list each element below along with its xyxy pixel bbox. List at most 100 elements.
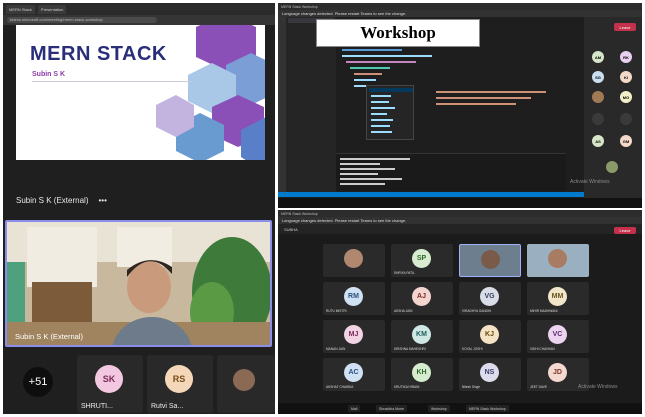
explorer-item[interactable] [288, 60, 334, 65]
participant-tile[interactable]: RM RUTU MISTRI [323, 282, 385, 315]
participant-photo-avatar [481, 250, 500, 269]
participant-name: KRUTIKA HIRANI [394, 385, 420, 389]
explorer-item[interactable] [288, 96, 334, 101]
participant-tile[interactable] [217, 355, 275, 413]
taskbar-item[interactable]: Workshop [428, 405, 450, 412]
participant-tile[interactable]: KM KRISHNA MAHESHRI [391, 320, 453, 353]
participant-photo-avatar [233, 369, 255, 391]
participant-tile[interactable]: MJ MANAN JAIN [323, 320, 385, 353]
leave-button[interactable]: Leave [614, 23, 636, 31]
taskbar-item[interactable]: Shraddha Mune [376, 405, 407, 412]
terminal-line [340, 158, 410, 160]
participant-tile[interactable]: KH KRUTIKA HIRANI [391, 358, 453, 391]
participant-avatar[interactable]: MG [620, 91, 632, 103]
notice-text: Language changes detected. Please restar… [282, 11, 407, 16]
participant-name: VIRADHYA GANDHI [462, 309, 492, 313]
participant-name: JEET DAVE [530, 385, 548, 389]
terminal-line [340, 183, 385, 185]
notice-banner: Language changes detected. Please restar… [278, 10, 642, 17]
presenter-name: Subin S K (External) [16, 196, 89, 205]
more-options-button[interactable]: ••• [98, 196, 106, 205]
participants-side-panel: AM RK SG KI MG AS GM [584, 17, 642, 198]
participant-tile[interactable]: VC VIDHI CHAVHAN [527, 320, 589, 353]
presenter-video[interactable]: Subin S K (External) [5, 220, 272, 347]
autocomplete-row [369, 88, 413, 92]
autocomplete-row [371, 131, 392, 133]
participant-name: AKSHA JAIN [394, 309, 413, 313]
participant-tile[interactable]: NS Nitesh Singh [459, 358, 521, 391]
code-line [346, 61, 416, 63]
participant-avatar[interactable]: SG [592, 71, 604, 83]
terminal-line [340, 163, 380, 165]
participant-photo-avatar[interactable] [606, 161, 618, 173]
url-input[interactable]: teams.microsoft.com/meeting/merm-stack-w… [7, 17, 157, 23]
more-participants-button[interactable]: +51 [23, 367, 53, 397]
participant-avatar: NS [480, 363, 499, 382]
browser-tab[interactable]: MERN Stack [6, 4, 35, 14]
participant-avatar: KJ [480, 325, 499, 344]
participant-name: Nitesh Singh [462, 385, 481, 389]
browser-tab-bar: MERN Stack Presentation [3, 3, 275, 15]
code-line [436, 91, 546, 93]
participant-tile[interactable]: SK SHRUTI... [77, 355, 143, 413]
explorer-item[interactable] [288, 54, 334, 59]
window-titlebar: MERN Stack Workshop [278, 3, 642, 10]
participant-tile[interactable]: VG VIRADHYA GANDHI [459, 282, 521, 315]
participant-avatar: SP [412, 249, 431, 268]
participant-tile[interactable]: SP SHRIYA PATIL [391, 244, 453, 277]
slide-subtitle: Subin S K [32, 71, 66, 78]
participant-name: AKSHAT CHAWDA [326, 385, 354, 389]
leave-button[interactable]: Leave [614, 227, 636, 234]
participant-avatar[interactable] [592, 113, 604, 125]
participant-avatar[interactable]: AS [592, 135, 604, 147]
explorer-item[interactable] [288, 90, 334, 95]
participant-photo-avatar [344, 249, 363, 268]
participant-tile[interactable]: KJ KOYAL JOSHI [459, 320, 521, 353]
participant-avatar[interactable]: KI [620, 71, 632, 83]
explorer-item[interactable] [288, 78, 334, 83]
participant-tile[interactable]: AC AKSHAT CHAWDA [323, 358, 385, 391]
participant-photo-avatar [548, 249, 567, 268]
toolbar-label: SUBHA [284, 226, 298, 232]
explorer-item[interactable] [288, 102, 334, 107]
taskbar-item[interactable]: MERN Stack Workshop [466, 405, 509, 412]
participant-photo-avatar[interactable] [592, 91, 604, 103]
autocomplete-row [371, 107, 395, 109]
terminal-line [340, 173, 378, 175]
participant-tile[interactable]: RS Rutvi Sa... [147, 355, 213, 413]
explorer-item[interactable] [288, 72, 334, 77]
explorer-item[interactable] [288, 108, 334, 113]
participant-name: RUTU MISTRI [326, 309, 347, 313]
code-line [436, 103, 516, 105]
participant-avatar: RS [165, 365, 193, 393]
notice-text: Language changes detected. Please restar… [282, 218, 407, 223]
participant-tile[interactable]: AJ AKSHA JAIN [391, 282, 453, 315]
participant-avatar[interactable]: GM [620, 135, 632, 147]
autocomplete-row [371, 95, 391, 97]
participant-avatar: RM [344, 287, 363, 306]
autocomplete-row [371, 125, 390, 127]
explorer-item[interactable] [288, 66, 334, 71]
autocomplete-popup[interactable] [366, 85, 414, 140]
windows-taskbar [278, 198, 642, 208]
browser-tab[interactable]: Presentation [37, 4, 67, 14]
participant-video-tile[interactable] [459, 244, 521, 277]
participant-name: VIDHI CHAVHAN [530, 347, 555, 351]
participant-avatar[interactable]: RK [620, 51, 632, 63]
taskbar-item[interactable]: Mail [348, 405, 361, 412]
autocomplete-row [371, 113, 387, 115]
explorer-item[interactable] [288, 48, 334, 53]
participant-tile[interactable] [323, 244, 385, 277]
participant-avatar[interactable] [620, 113, 632, 125]
code-share-window: MERN Stack Workshop Language changes det… [278, 3, 642, 208]
explorer-item[interactable] [288, 84, 334, 89]
participant-video-tile[interactable] [527, 244, 589, 277]
participant-tile[interactable]: MM MIHIR MADHWANI [527, 282, 589, 315]
video-background [7, 222, 270, 345]
editor-status-bar [278, 192, 584, 197]
gallery-meeting-window: MERN Stack Workshop Language changes det… [278, 210, 642, 414]
participant-avatar: VG [480, 287, 499, 306]
windows-taskbar: Mail Shraddha Mune Workshop MERN Stack W… [278, 403, 642, 414]
participant-avatar[interactable]: AM [592, 51, 604, 63]
terminal-panel[interactable] [336, 153, 566, 191]
